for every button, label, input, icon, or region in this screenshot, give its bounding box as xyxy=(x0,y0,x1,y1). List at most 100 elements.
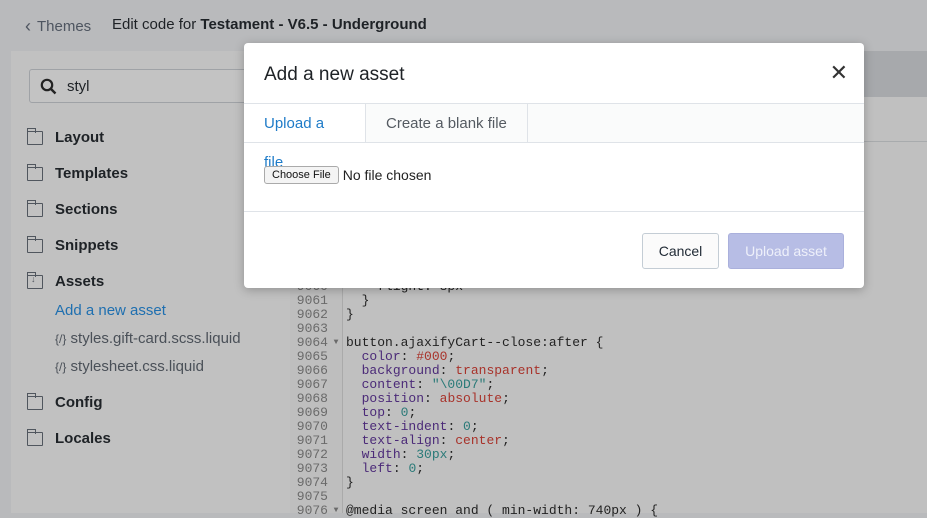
asset-file-item[interactable]: {/} stylesheet.css.liquid xyxy=(55,358,204,375)
css-value: absolute xyxy=(439,391,503,406)
line-text: background: transparent; xyxy=(361,363,549,378)
css-property: content xyxy=(361,377,417,392)
folder-icon xyxy=(26,392,43,410)
css-property: text-align xyxy=(361,433,440,448)
folder-sections[interactable]: Sections xyxy=(26,199,118,218)
line-number: 9072 xyxy=(296,447,328,462)
line-number: 9063 xyxy=(296,321,328,336)
code-file-icon: {/} xyxy=(55,360,67,374)
code-line: 9062} xyxy=(290,308,658,322)
folder-config[interactable]: Config xyxy=(26,392,102,411)
code-line: 9071 text-align: center; xyxy=(290,434,658,448)
css-value: 30px xyxy=(416,447,448,462)
folder-templates[interactable]: Templates xyxy=(26,163,128,182)
cancel-button[interactable]: Cancel xyxy=(642,233,719,269)
css-property: text-indent xyxy=(361,419,448,434)
line-text: width: 30px; xyxy=(361,447,456,462)
css-value: "\00D7" xyxy=(431,377,487,392)
line-number: 9064 xyxy=(296,335,328,350)
code-line: 9074} xyxy=(290,476,658,490)
line-number: 9062 xyxy=(296,307,328,322)
add-new-asset-link[interactable]: Add a new asset xyxy=(55,302,166,319)
page-title: Edit code for Testament - V6.5 - Undergr… xyxy=(112,16,427,33)
code-line: 9072 width: 30px; xyxy=(290,448,658,462)
folder-assets[interactable]: ↓ Assets xyxy=(26,271,104,290)
css-property: color xyxy=(361,349,401,364)
code-line: 9063 xyxy=(290,322,658,336)
css-value: 0 xyxy=(408,461,417,476)
asset-file-item[interactable]: {/} styles.gift-card.scss.liquid xyxy=(55,330,241,347)
back-to-themes-link[interactable]: ‹ Themes xyxy=(25,16,91,37)
code-line: 9075 xyxy=(290,490,658,504)
code-lines[interactable]: 9060 flight: 8px9061 }9062}90639064▼butt… xyxy=(290,280,658,518)
fold-arrow-icon[interactable]: ▼ xyxy=(330,504,342,518)
line-text: } xyxy=(346,475,354,490)
css-value: 0 xyxy=(400,405,409,420)
line-text: text-indent: 0; xyxy=(361,419,479,434)
folder-snippets[interactable]: Snippets xyxy=(26,235,118,254)
line-text: position: absolute; xyxy=(361,391,510,406)
folder-layout[interactable]: Layout xyxy=(26,127,104,146)
line-text xyxy=(342,490,346,504)
tab-create-blank-file[interactable]: Create a blank file xyxy=(366,104,528,142)
add-asset-modal: Add a new asset ✕ Upload a file Create a… xyxy=(244,43,864,288)
code-line: 9069 top: 0; xyxy=(290,406,658,420)
folder-icon xyxy=(26,163,43,181)
css-property: position xyxy=(361,391,425,406)
css-property: top xyxy=(361,405,386,420)
folder-open-icon: ↓ xyxy=(26,271,43,289)
code-line: 9070 text-indent: 0; xyxy=(290,420,658,434)
close-icon[interactable]: ✕ xyxy=(830,60,848,86)
folder-locales[interactable]: Locales xyxy=(26,428,111,447)
upload-asset-button[interactable]: Upload asset xyxy=(728,233,844,269)
css-property: background xyxy=(361,363,440,378)
folder-icon xyxy=(26,127,43,145)
folder-icon xyxy=(26,235,43,253)
tab-upload-file[interactable]: Upload a file xyxy=(244,104,366,171)
line-number: 9067 xyxy=(296,377,328,392)
line-text: content: "\00D7"; xyxy=(361,377,495,392)
code-line: 9073 left: 0; xyxy=(290,462,658,476)
file-status: No file chosen xyxy=(342,167,432,183)
code-line: 9068 position: absolute; xyxy=(290,392,658,406)
code-line: 9067 content: "\00D7"; xyxy=(290,378,658,392)
modal-tabs: Upload a file Create a blank file xyxy=(244,103,864,171)
line-text: color: #000; xyxy=(361,349,456,364)
line-number: 9070 xyxy=(296,419,328,434)
chevron-left-icon: ‹ xyxy=(25,16,31,36)
code-line: 9076 ▼ @media screen and ( min-width: 740p… xyxy=(290,504,658,518)
css-value: #000 xyxy=(416,349,448,364)
line-text: button.ajaxifyCart--close:after { xyxy=(346,335,604,350)
line-number: 9065 xyxy=(296,349,328,364)
line-number: 9071 xyxy=(296,433,328,448)
code-line: 9064 ▼ button.ajaxifyCart--close:after { xyxy=(290,336,658,350)
code-line: 9065 color: #000; xyxy=(290,350,658,364)
fold-arrow-icon[interactable]: ▼ xyxy=(330,336,342,350)
line-text xyxy=(342,322,346,336)
modal-title: Add a new asset xyxy=(264,64,405,85)
line-number: 9074 xyxy=(296,475,328,490)
line-number: 9076 xyxy=(296,503,328,518)
css-value: 0 xyxy=(463,419,471,434)
top-bar: ‹ Themes Edit code for Testament - V6.5 -… xyxy=(0,0,927,48)
line-text: @media screen and ( min-width: 740px ) { xyxy=(346,503,659,518)
choose-file-button[interactable]: Choose File xyxy=(264,166,339,184)
line-number: 9068 xyxy=(296,391,328,406)
css-value: transparent xyxy=(455,363,542,378)
line-number: 9075 xyxy=(296,489,328,504)
css-value: center xyxy=(455,433,503,448)
search-icon xyxy=(40,78,57,94)
line-number: 9066 xyxy=(296,363,328,378)
line-text: left: 0; xyxy=(361,461,425,476)
line-text: } xyxy=(346,307,354,322)
